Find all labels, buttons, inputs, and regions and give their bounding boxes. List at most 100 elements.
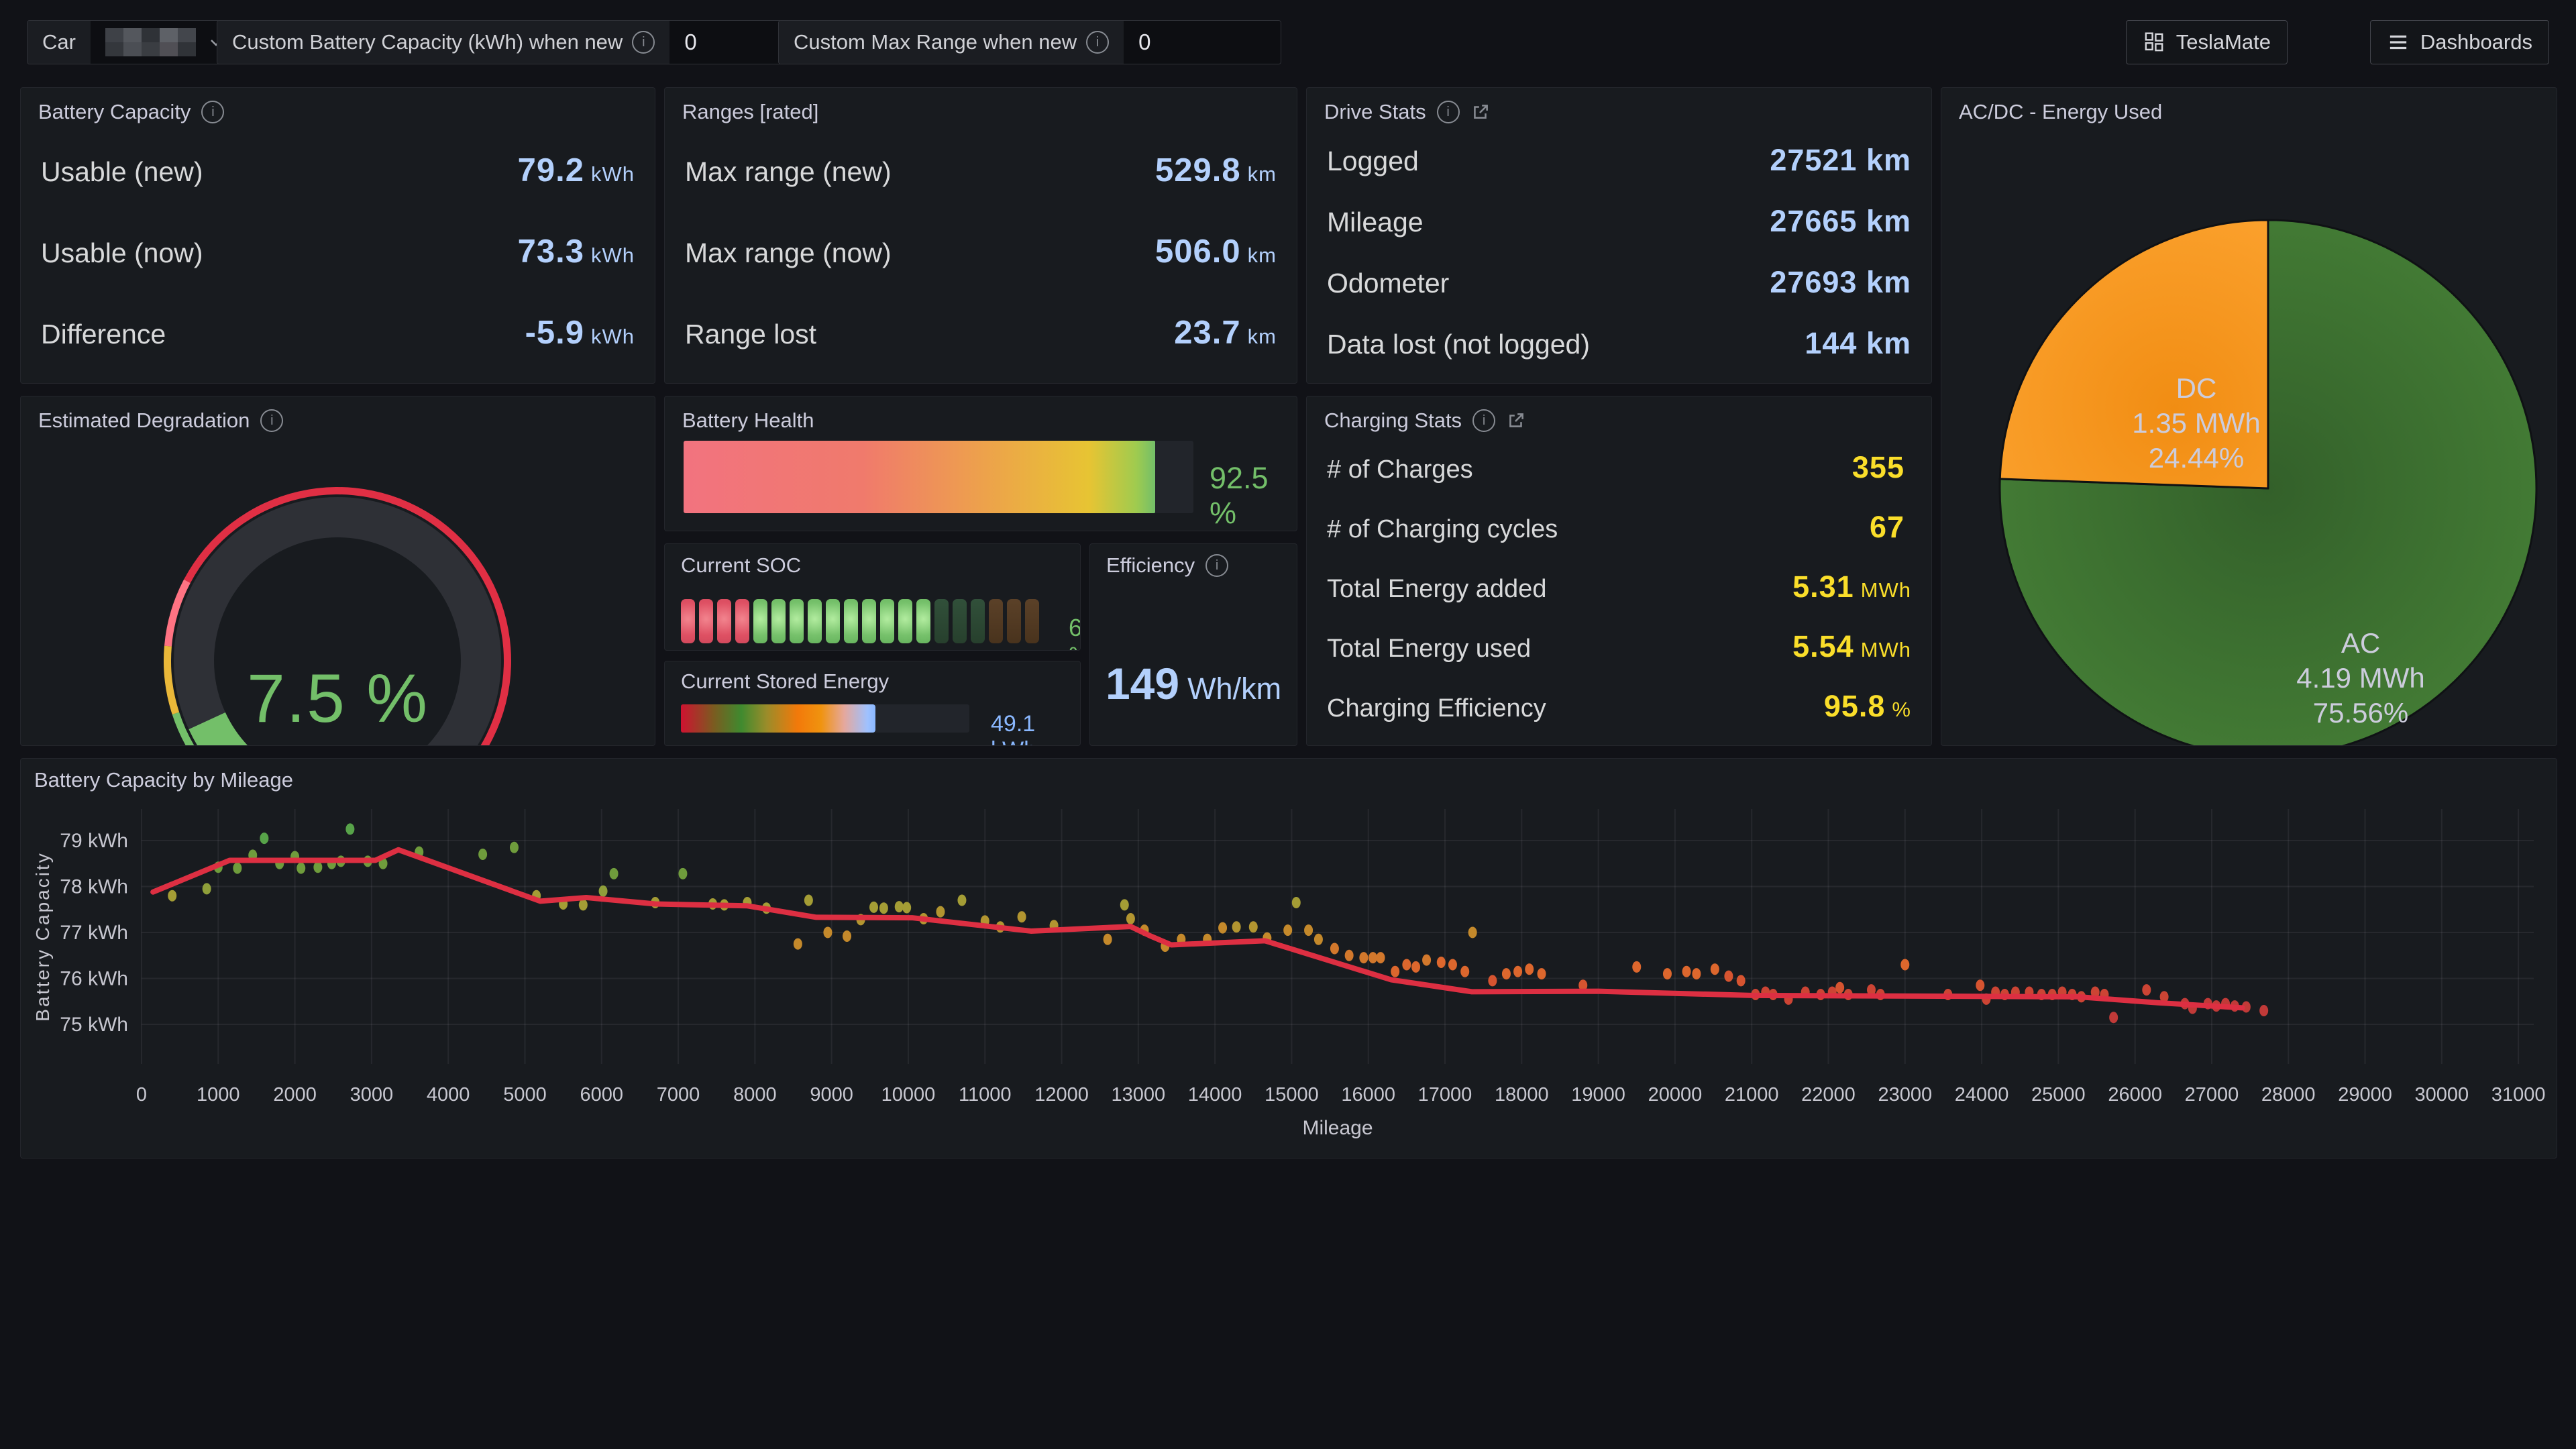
custom-max-range-label: Custom Max Range when new (794, 30, 1077, 54)
info-icon[interactable]: i (632, 31, 655, 54)
svg-text:75.56%: 75.56% (2313, 697, 2408, 729)
soc-led-segment (1007, 599, 1021, 643)
teslamate-button[interactable]: TeslaMate (2126, 20, 2288, 64)
soc-led-segment (916, 599, 930, 643)
soc-led-segment (934, 599, 949, 643)
soc-led-segment (699, 599, 713, 643)
svg-text:10000: 10000 (881, 1084, 936, 1106)
svg-text:24000: 24000 (1955, 1084, 2009, 1106)
svg-text:5000: 5000 (503, 1084, 547, 1106)
soc-led-segment (971, 599, 985, 643)
svg-text:DC: DC (2176, 372, 2217, 404)
svg-text:21000: 21000 (1725, 1084, 1779, 1106)
efficiency-value: 149Wh/km (1090, 658, 1297, 709)
svg-text:3000: 3000 (350, 1084, 394, 1106)
soc-led-segment (862, 599, 876, 643)
battery-health-value: 92.5 % (1210, 461, 1297, 531)
stat-row: Difference -5.9kWh (41, 314, 635, 352)
stat-row: Data lost (not logged) 144 km (1327, 326, 1911, 361)
soc-led-segment (753, 599, 767, 643)
panel-title: Efficiency (1106, 553, 1195, 578)
battery-health-bar (684, 441, 1193, 513)
charging-stats-panel: Charging Stats i # of Charges 355 # of C… (1306, 396, 1932, 746)
stat-row: Charging Efficiency 95.8% (1327, 689, 1911, 724)
panel-title: Estimated Degradation (38, 409, 250, 433)
soc-led-segment (735, 599, 749, 643)
car-value-redacted (105, 28, 196, 56)
info-icon[interactable]: i (1205, 554, 1228, 577)
svg-text:77 kWh: 77 kWh (60, 922, 128, 944)
svg-text:Mileage: Mileage (1302, 1117, 1373, 1139)
teslamate-button-label: TeslaMate (2176, 30, 2271, 54)
dashboards-button[interactable]: Dashboards (2370, 20, 2549, 64)
svg-text:14000: 14000 (1188, 1084, 1242, 1106)
dashboards-button-label: Dashboards (2420, 30, 2532, 54)
svg-text:78 kWh: 78 kWh (60, 876, 128, 898)
custom-max-range-control: Custom Max Range when new i 0 (778, 20, 1281, 64)
stat-row: Total Energy added 5.31MWh (1327, 570, 1911, 604)
soc-led-segment (808, 599, 822, 643)
svg-text:23000: 23000 (1878, 1084, 1932, 1106)
apps-grid-icon (2143, 31, 2165, 54)
stat-row: Max range (new) 529.8km (685, 152, 1277, 189)
svg-text:79 kWh: 79 kWh (60, 830, 128, 852)
svg-text:29000: 29000 (2338, 1084, 2392, 1106)
custom-max-range-input[interactable]: 0 (1124, 21, 1281, 64)
menu-icon (2387, 31, 2410, 54)
stat-row: # of Charges 355 (1327, 450, 1911, 485)
drive-stats-panel: Drive Stats i Logged 27521 km Mileage 27… (1306, 87, 1932, 384)
svg-text:0: 0 (136, 1084, 147, 1106)
soc-led-segment (844, 599, 858, 643)
info-icon[interactable]: i (1437, 101, 1460, 123)
svg-text:Battery Capacity: Battery Capacity (32, 851, 53, 1021)
external-link-icon[interactable] (1470, 102, 1491, 122)
svg-text:16000: 16000 (1341, 1084, 1395, 1106)
acdc-energy-panel: AC/DC - Energy Used DC1.35 MWh24.44%AC4.… (1941, 87, 2557, 746)
stored-energy-panel: Current Stored Energy 49.1 kWh (664, 661, 1081, 746)
svg-text:12000: 12000 (1034, 1084, 1089, 1106)
car-variable-label: Car (28, 21, 91, 64)
panel-title: Current Stored Energy (681, 669, 889, 694)
svg-text:30000: 30000 (2415, 1084, 2469, 1106)
stat-row: Usable (new) 79.2kWh (41, 152, 635, 189)
svg-text:25000: 25000 (2031, 1084, 2086, 1106)
stat-row: Odometer 27693 km (1327, 265, 1911, 300)
svg-text:7000: 7000 (657, 1084, 700, 1106)
info-icon[interactable]: i (1472, 409, 1495, 432)
svg-text:13000: 13000 (1112, 1084, 1166, 1106)
svg-text:76 kWh: 76 kWh (60, 968, 128, 990)
panel-title: Battery Capacity by Mileage (34, 768, 293, 792)
ranges-panel: Ranges [rated] Max range (new) 529.8km M… (664, 87, 1297, 384)
svg-text:4.19 MWh: 4.19 MWh (2296, 662, 2424, 694)
info-icon[interactable]: i (1086, 31, 1109, 54)
svg-text:28000: 28000 (2261, 1084, 2316, 1106)
svg-text:4000: 4000 (427, 1084, 470, 1106)
svg-text:2000: 2000 (273, 1084, 317, 1106)
external-link-icon[interactable] (1506, 411, 1526, 431)
soc-led-segment (771, 599, 786, 643)
stored-energy-bar (681, 704, 969, 733)
svg-text:6000: 6000 (580, 1084, 624, 1106)
panel-title: Battery Health (682, 409, 814, 433)
panel-title: Battery Capacity (38, 100, 191, 124)
svg-text:AC: AC (2341, 627, 2380, 659)
stat-row: Range lost 23.7km (685, 314, 1277, 352)
mileage-scatter-chart[interactable]: 75 kWh76 kWh77 kWh78 kWh79 kWh0100020003… (21, 759, 2557, 1158)
custom-battery-capacity-label: Custom Battery Capacity (kWh) when new (232, 30, 623, 54)
svg-text:8000: 8000 (733, 1084, 777, 1106)
svg-text:20000: 20000 (1648, 1084, 1703, 1106)
info-icon[interactable]: i (260, 409, 283, 432)
svg-text:19000: 19000 (1571, 1084, 1625, 1106)
stat-row: Logged 27521 km (1327, 143, 1911, 178)
current-soc-panel: Current SOC 67.0 % (664, 543, 1081, 651)
svg-text:1000: 1000 (197, 1084, 240, 1106)
soc-led-segment (717, 599, 731, 643)
efficiency-panel: Efficiency i 149Wh/km (1089, 543, 1297, 746)
stat-row: Max range (now) 506.0km (685, 233, 1277, 270)
svg-text:24.44%: 24.44% (2149, 442, 2244, 474)
estimated-degradation-panel: Estimated Degradation i 7.5 % (20, 396, 655, 746)
car-variable-select[interactable]: Car (27, 20, 241, 64)
info-icon[interactable]: i (201, 101, 224, 123)
svg-text:31000: 31000 (2491, 1084, 2546, 1106)
svg-text:17000: 17000 (1418, 1084, 1472, 1106)
